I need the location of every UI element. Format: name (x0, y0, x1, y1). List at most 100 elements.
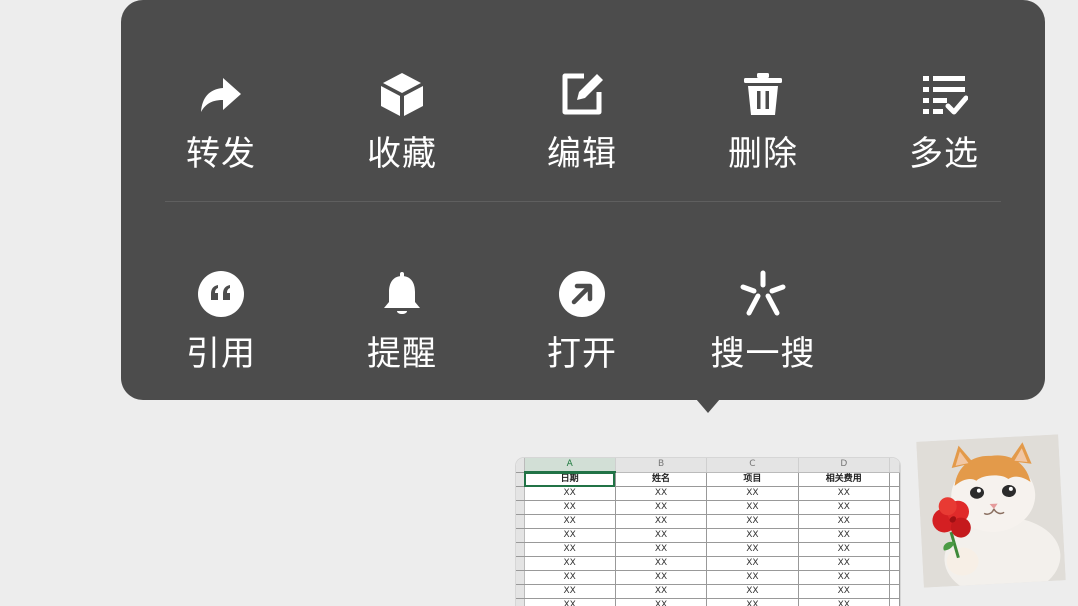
multi-select-icon (920, 70, 968, 118)
table-row: XX XX XX XX (516, 486, 900, 501)
table-row: XX XX XX XX (516, 598, 900, 606)
remind-button[interactable]: 提醒 (312, 222, 492, 374)
blank-cell (889, 472, 900, 487)
message-context-menu: 转发 收藏 编辑 删除 多选 引用 提醒 打开 搜一搜 (121, 0, 1045, 400)
blank-cell (889, 598, 900, 606)
forward-icon (197, 70, 245, 118)
table-cell: XX (706, 570, 799, 585)
remind-label: 提醒 (367, 334, 437, 374)
edit-button[interactable]: 编辑 (492, 22, 672, 174)
row-gutter (516, 584, 525, 599)
blank-cell (889, 570, 900, 585)
table-cell: XX (615, 542, 708, 557)
row-gutter (516, 598, 525, 606)
search-search-label: 搜一搜 (710, 334, 816, 374)
blank-cell (889, 514, 900, 529)
row-gutter-header (516, 458, 525, 473)
table-cell: XX (615, 584, 708, 599)
table-cell: XX (615, 598, 708, 606)
spreadsheet-table: A B C D 日期 姓名 项目 相关费用 XX XX XX XX XX XX XX XX XX… (516, 458, 900, 606)
multi-select-button[interactable]: 多选 (854, 22, 1034, 174)
table-cell: XX (706, 598, 799, 606)
quote-button[interactable]: 引用 (131, 222, 311, 374)
column-header-d: D (798, 458, 891, 473)
search-search-button[interactable]: 搜一搜 (673, 222, 853, 374)
quote-label: 引用 (186, 334, 256, 374)
row-gutter (516, 556, 525, 571)
row-gutter (516, 570, 525, 585)
table-cell: XX (615, 528, 708, 543)
favorite-button[interactable]: 收藏 (312, 22, 492, 174)
blank-cell (889, 486, 900, 501)
table-cell: XX (798, 556, 891, 571)
table-cell: XX (524, 486, 616, 501)
favorite-label: 收藏 (367, 134, 437, 174)
header-cell-expense: 相关费用 (798, 472, 891, 487)
menu-divider (165, 201, 1001, 202)
row-gutter (516, 500, 525, 515)
row-gutter (516, 472, 525, 487)
table-cell: XX (798, 528, 891, 543)
table-row: XX XX XX XX (516, 570, 900, 585)
blank-cell (889, 584, 900, 599)
delete-label: 删除 (728, 134, 798, 174)
table-row: XX XX XX XX (516, 584, 900, 599)
open-button[interactable]: 打开 (492, 222, 672, 374)
bell-icon (378, 270, 426, 318)
search-search-icon (739, 270, 787, 318)
trash-icon (739, 70, 787, 118)
row-gutter (516, 514, 525, 529)
table-cell: XX (706, 500, 799, 515)
blank-cell (889, 528, 900, 543)
quote-icon (197, 270, 245, 318)
table-cell: XX (615, 514, 708, 529)
column-header-blank (889, 458, 900, 473)
table-cell: XX (615, 500, 708, 515)
table-cell: XX (706, 556, 799, 571)
blank-cell (889, 500, 900, 515)
table-cell: XX (706, 584, 799, 599)
table-row: XX XX XX XX (516, 500, 900, 515)
table-header-row: 日期 姓名 项目 相关费用 (516, 472, 900, 487)
table-cell: XX (798, 514, 891, 529)
column-header-a: A (524, 458, 616, 473)
cat-with-rose-sticker[interactable] (916, 434, 1066, 588)
table-cell: XX (615, 556, 708, 571)
forward-label: 转发 (186, 134, 256, 174)
blank-cell (889, 556, 900, 571)
row-gutter (516, 542, 525, 557)
blank-cell (889, 542, 900, 557)
header-cell-name: 姓名 (615, 472, 708, 487)
table-cell: XX (524, 500, 616, 515)
column-header-c: C (706, 458, 799, 473)
table-cell: XX (798, 486, 891, 501)
open-arrow-icon (558, 270, 606, 318)
table-cell: XX (798, 570, 891, 585)
table-cell: XX (706, 486, 799, 501)
table-row: XX XX XX XX (516, 556, 900, 571)
spreadsheet-thumbnail[interactable]: A B C D 日期 姓名 项目 相关费用 XX XX XX XX XX XX XX XX XX… (516, 458, 900, 606)
header-cell-date: 日期 (524, 472, 616, 487)
table-cell: XX (615, 486, 708, 501)
table-cell: XX (524, 556, 616, 571)
forward-button[interactable]: 转发 (131, 22, 311, 174)
edit-label: 编辑 (547, 134, 617, 174)
table-row: XX XX XX XX (516, 528, 900, 543)
row-gutter (516, 528, 525, 543)
table-cell: XX (706, 542, 799, 557)
favorite-cube-icon (378, 70, 426, 118)
header-cell-project: 项目 (706, 472, 799, 487)
table-cell: XX (524, 598, 616, 606)
table-cell: XX (798, 542, 891, 557)
row-gutter (516, 486, 525, 501)
table-row: XX XX XX XX (516, 542, 900, 557)
table-cell: XX (524, 570, 616, 585)
table-row: XX XX XX XX (516, 514, 900, 529)
delete-button[interactable]: 删除 (673, 22, 853, 174)
table-cell: XX (798, 584, 891, 599)
table-cell: XX (706, 514, 799, 529)
table-cell: XX (524, 584, 616, 599)
table-cell: XX (524, 542, 616, 557)
column-header-b: B (615, 458, 708, 473)
multi-select-label: 多选 (909, 134, 979, 174)
